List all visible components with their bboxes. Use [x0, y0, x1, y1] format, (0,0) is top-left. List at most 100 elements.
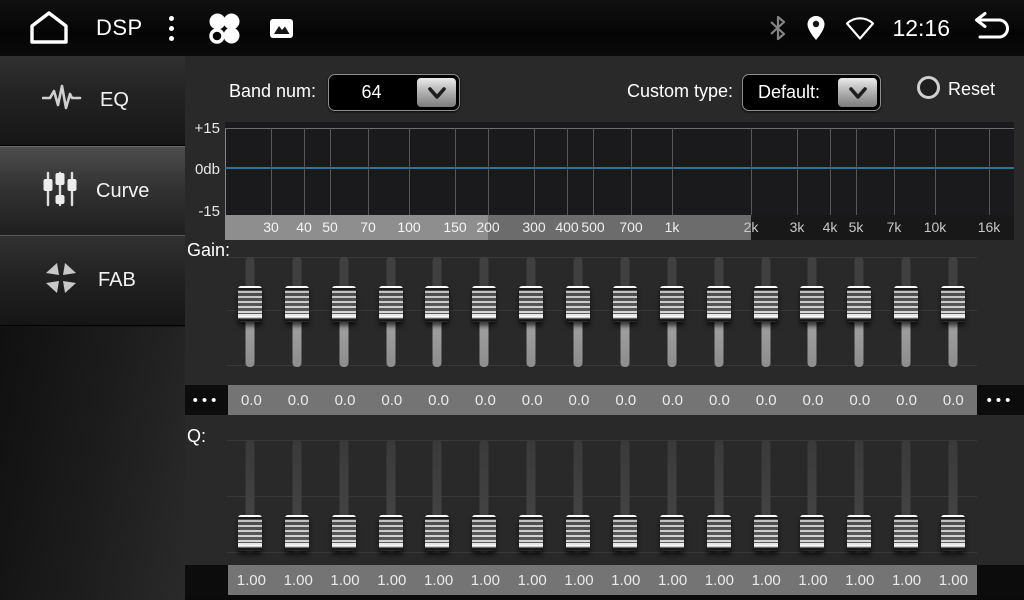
reset-radio[interactable]	[917, 76, 940, 99]
freq-tick-label: 1k	[665, 219, 680, 235]
slider-thumb[interactable]	[941, 515, 965, 551]
gain-slider[interactable]	[649, 255, 695, 370]
q-more-right-button[interactable]	[977, 565, 1024, 595]
slider-thumb[interactable]	[332, 515, 356, 551]
gain-slider[interactable]	[368, 255, 414, 370]
slider-thumb[interactable]	[847, 286, 871, 322]
sidebar-item-eq[interactable]: EQ	[0, 56, 185, 146]
back-icon[interactable]	[966, 11, 1012, 45]
gallery-icon[interactable]	[268, 15, 295, 42]
slider-thumb[interactable]	[472, 286, 496, 322]
gain-slider[interactable]	[414, 255, 460, 370]
gain-more-left-button[interactable]: •••	[185, 385, 228, 415]
q-slider[interactable]	[508, 438, 554, 555]
freq-tick-label: 30	[263, 219, 279, 235]
slider-thumb[interactable]	[754, 286, 778, 322]
slider-thumb[interactable]	[285, 515, 309, 551]
chevron-down-icon[interactable]	[417, 78, 456, 107]
freq-tick-label: 400	[555, 219, 578, 235]
freq-gridline	[488, 128, 489, 215]
slider-thumb[interactable]	[379, 515, 403, 551]
gain-more-right-button[interactable]: •••	[977, 385, 1024, 415]
slider-thumb[interactable]	[472, 515, 496, 551]
q-slider[interactable]	[930, 438, 976, 555]
dsp-screen: DSP	[0, 0, 1024, 600]
gain-slider[interactable]	[321, 255, 367, 370]
q-slider[interactable]	[743, 438, 789, 555]
gain-slider[interactable]	[696, 255, 742, 370]
y-axis-zero: 0db	[182, 161, 220, 178]
sidebar-item-label: FAB	[98, 269, 136, 292]
sidebar-item-label: Curve	[96, 180, 149, 203]
q-slider[interactable]	[789, 438, 835, 555]
sidebar-item-fab[interactable]: FAB	[0, 236, 185, 326]
slider-thumb[interactable]	[894, 515, 918, 551]
q-slider[interactable]	[321, 438, 367, 555]
q-value: 1.00	[322, 565, 369, 595]
chevron-down-icon[interactable]	[838, 78, 877, 107]
q-slider[interactable]	[274, 438, 320, 555]
slider-thumb[interactable]	[285, 286, 309, 322]
sidebar-item-label: EQ	[100, 89, 129, 112]
overflow-menu-icon[interactable]	[169, 16, 174, 41]
q-value: 1.00	[790, 565, 837, 595]
slider-thumb[interactable]	[707, 286, 731, 322]
slider-thumb[interactable]	[660, 286, 684, 322]
slider-thumb[interactable]	[519, 286, 543, 322]
gain-slider[interactable]	[227, 255, 273, 370]
slider-thumb[interactable]	[800, 286, 824, 322]
gain-slider[interactable]	[274, 255, 320, 370]
y-axis-line	[225, 128, 226, 215]
gain-slider[interactable]	[930, 255, 976, 370]
slider-thumb[interactable]	[519, 515, 543, 551]
home-icon[interactable]	[26, 9, 72, 47]
gain-slider[interactable]	[508, 255, 554, 370]
slider-thumb[interactable]	[660, 515, 684, 551]
freq-tick-label: 4k	[823, 219, 838, 235]
slider-thumb[interactable]	[425, 286, 449, 322]
gain-slider[interactable]	[602, 255, 648, 370]
apps-clover-icon[interactable]	[204, 8, 244, 48]
q-slider[interactable]	[414, 438, 460, 555]
gain-slider[interactable]	[743, 255, 789, 370]
q-value-strip: 1.001.001.001.001.001.001.001.001.001.00…	[228, 565, 977, 595]
gain-slider[interactable]	[883, 255, 929, 370]
q-slider[interactable]	[461, 438, 507, 555]
gain-slider[interactable]	[789, 255, 835, 370]
gain-slider[interactable]	[555, 255, 601, 370]
band-num-value: 64	[329, 82, 414, 103]
slider-thumb[interactable]	[707, 515, 731, 551]
slider-thumb[interactable]	[566, 515, 590, 551]
slider-thumb[interactable]	[238, 515, 262, 551]
bluetooth-icon	[768, 14, 788, 42]
custom-type-dropdown[interactable]: Default:	[742, 74, 881, 111]
freq-gridline	[856, 128, 857, 215]
slider-thumb[interactable]	[800, 515, 824, 551]
slider-thumb[interactable]	[941, 286, 965, 322]
slider-thumb[interactable]	[847, 515, 871, 551]
q-slider[interactable]	[883, 438, 929, 555]
q-slider[interactable]	[555, 438, 601, 555]
q-value: 1.00	[415, 565, 462, 595]
q-slider[interactable]	[649, 438, 695, 555]
slider-thumb[interactable]	[425, 515, 449, 551]
slider-thumb[interactable]	[613, 286, 637, 322]
q-slider[interactable]	[602, 438, 648, 555]
slider-thumb[interactable]	[238, 286, 262, 322]
slider-thumb[interactable]	[379, 286, 403, 322]
q-slider[interactable]	[696, 438, 742, 555]
q-slider[interactable]	[368, 438, 414, 555]
q-slider[interactable]	[836, 438, 882, 555]
reset-label[interactable]: Reset	[948, 79, 995, 100]
gain-slider[interactable]	[461, 255, 507, 370]
slider-thumb[interactable]	[894, 286, 918, 322]
slider-thumb[interactable]	[566, 286, 590, 322]
gain-slider[interactable]	[836, 255, 882, 370]
q-more-left-button[interactable]	[185, 565, 228, 595]
slider-thumb[interactable]	[332, 286, 356, 322]
slider-thumb[interactable]	[754, 515, 778, 551]
q-slider[interactable]	[227, 438, 273, 555]
sidebar-item-curve[interactable]: Curve	[0, 146, 185, 236]
band-num-dropdown[interactable]: 64	[328, 74, 460, 111]
slider-thumb[interactable]	[613, 515, 637, 551]
